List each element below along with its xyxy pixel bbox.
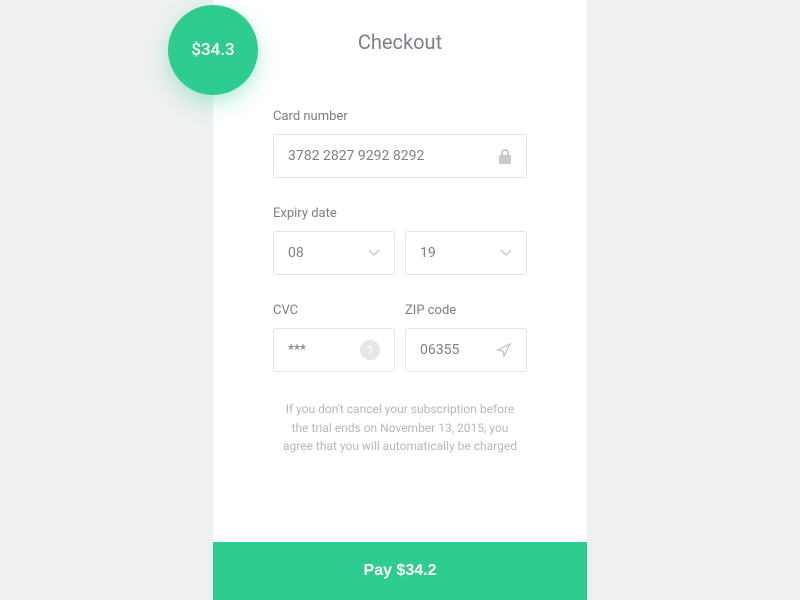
cvc-field[interactable]: *** ?	[273, 328, 395, 372]
disclaimer-text: If you don't cancel your subscription be…	[273, 400, 527, 456]
checkout-card: $34.3 Checkout Card number 3782 2827 929…	[213, 0, 587, 600]
price-amount: $34.3	[191, 40, 234, 60]
zip-field[interactable]: 06355	[405, 328, 527, 372]
expiry-year-select[interactable]: 19	[405, 231, 527, 275]
card-number-group: Card number 3782 2827 9292 8292	[273, 109, 527, 178]
zip-label: ZIP code	[405, 303, 527, 318]
page-title: Checkout	[273, 30, 527, 54]
zip-value: 06355	[420, 342, 496, 358]
card-number-field[interactable]: 3782 2827 9292 8292	[273, 134, 527, 178]
help-icon[interactable]: ?	[360, 340, 380, 360]
checkout-content: Checkout Card number 3782 2827 9292 8292…	[213, 0, 587, 542]
expiry-year-value: 19	[420, 245, 500, 261]
pay-button[interactable]: Pay $34.2	[213, 542, 587, 600]
cvc-value: ***	[288, 342, 360, 358]
locate-icon[interactable]	[496, 342, 512, 358]
chevron-down-icon	[368, 249, 380, 257]
card-number-value: 3782 2827 9292 8292	[288, 148, 498, 164]
card-number-label: Card number	[273, 109, 527, 124]
expiry-group: Expiry date 08 19	[273, 206, 527, 275]
pay-button-label: Pay $34.2	[364, 562, 437, 580]
chevron-down-icon	[500, 249, 512, 257]
expiry-label: Expiry date	[273, 206, 527, 221]
cvc-zip-row: CVC ZIP code *** ? 06355	[273, 303, 527, 372]
price-badge: $34.3	[168, 5, 258, 95]
cvc-label: CVC	[273, 303, 395, 318]
expiry-month-value: 08	[288, 245, 368, 261]
expiry-month-select[interactable]: 08	[273, 231, 395, 275]
lock-icon	[498, 148, 512, 164]
